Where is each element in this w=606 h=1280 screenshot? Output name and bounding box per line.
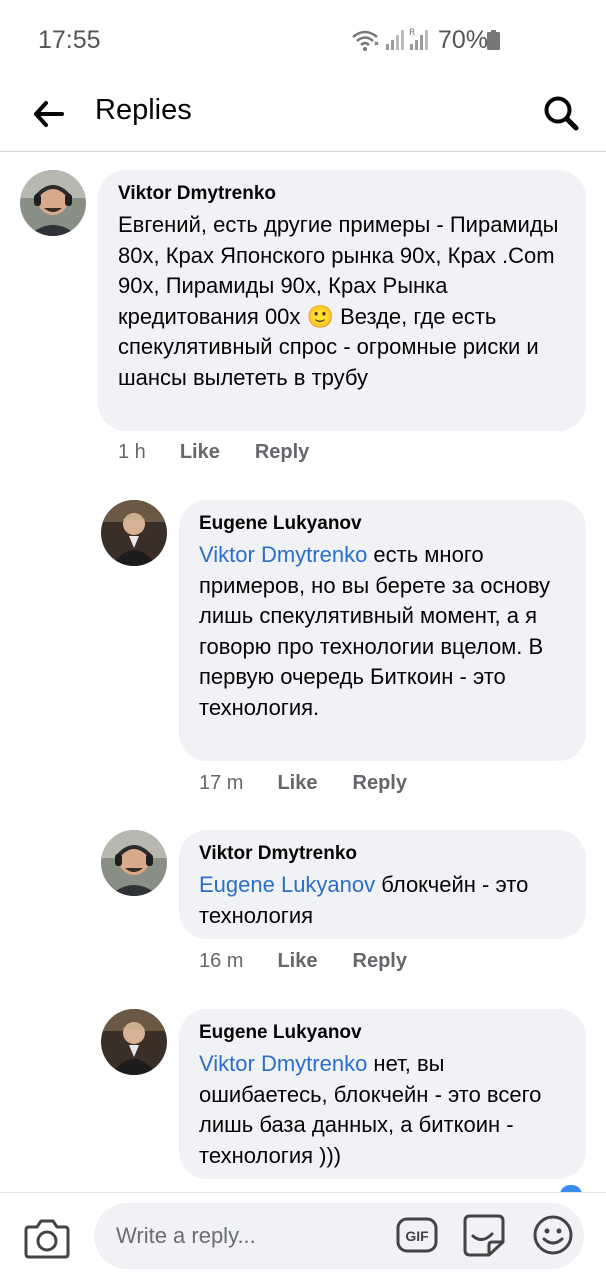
emoji-button[interactable] — [532, 1214, 574, 1256]
comment-actions: 16 m Like Reply — [199, 950, 407, 973]
comment-time[interactable]: 17 m — [199, 772, 243, 795]
signal-icon — [386, 30, 404, 50]
avatar-photo-viktor — [101, 830, 167, 896]
avatar[interactable] — [101, 500, 167, 566]
mention-link[interactable]: Viktor Dmytrenko — [199, 542, 367, 567]
mention-link[interactable]: Viktor Dmytrenko — [199, 1051, 367, 1076]
emoji-icon — [533, 1215, 573, 1255]
comment-author[interactable]: Viktor Dmytrenko — [118, 182, 566, 206]
reply-input-placeholder: Write a reply... — [116, 1223, 256, 1248]
comment-author[interactable]: Eugene Lukyanov — [199, 1021, 566, 1045]
reply-button[interactable]: Reply — [255, 441, 309, 464]
back-button[interactable] — [26, 92, 70, 136]
search-icon — [544, 96, 579, 131]
comment-actions: 17 m Like Reply — [199, 772, 407, 795]
gif-button[interactable]: GIF — [396, 1214, 438, 1256]
reply-button[interactable]: Reply — [353, 950, 407, 973]
comment-bubble[interactable]: Eugene Lukyanov Viktor Dmytrenko есть мн… — [179, 500, 586, 761]
reply-input[interactable]: Write a reply... GIF — [94, 1203, 584, 1269]
smile-emoji-icon: 🙂 — [306, 303, 334, 329]
comment-body: есть много примеров, но вы берете за осн… — [199, 542, 551, 720]
reply-composer: Write a reply... GIF — [0, 1192, 606, 1280]
wifi-icon — [352, 30, 379, 51]
signal-r-icon: R — [409, 28, 428, 50]
avatar-photo-eugene — [101, 500, 167, 566]
comment-actions: 1 h Like Reply — [118, 441, 309, 464]
comment-time[interactable]: 16 m — [199, 950, 243, 973]
comment-bubble[interactable]: Viktor Dmytrenko Евгений, есть другие пр… — [98, 170, 586, 431]
arrow-left-icon — [34, 101, 64, 127]
avatar[interactable] — [101, 830, 167, 896]
status-bar: 17:55 R 70% — [0, 0, 606, 80]
gif-icon: GIF — [396, 1217, 438, 1253]
comment-text: Viktor Dmytrenko нет, вы ошибаетесь, бло… — [199, 1049, 566, 1171]
battery-icon — [487, 30, 500, 50]
avatar[interactable] — [20, 170, 86, 236]
camera-button[interactable] — [24, 1217, 70, 1259]
comment-bubble[interactable]: Viktor Dmytrenko Eugene Lukyanov блокчей… — [179, 830, 586, 939]
status-time: 17:55 — [38, 26, 101, 54]
like-button[interactable]: Like — [277, 772, 317, 795]
comment-text: Viktor Dmytrenko есть много примеров, но… — [199, 540, 566, 723]
avatar-photo-eugene — [101, 1009, 167, 1075]
like-button[interactable]: Like — [180, 441, 220, 464]
svg-text:R: R — [409, 28, 415, 38]
sticker-icon — [463, 1214, 505, 1257]
camera-icon — [24, 1219, 70, 1259]
svg-text:GIF: GIF — [405, 1228, 429, 1244]
header: Replies — [0, 80, 606, 152]
comment-bubble[interactable]: Eugene Lukyanov Viktor Dmytrenko нет, вы… — [179, 1009, 586, 1179]
sticker-button[interactable] — [462, 1212, 506, 1258]
comment-text: Евгений, есть другие примеры - Пирамиды … — [118, 210, 566, 393]
battery-percent: 70% — [438, 26, 489, 54]
comment-author[interactable]: Eugene Lukyanov — [199, 512, 566, 536]
comment-author[interactable]: Viktor Dmytrenko — [199, 842, 566, 866]
avatar-photo-viktor — [20, 170, 86, 236]
page-title: Replies — [95, 94, 192, 126]
comment-time[interactable]: 1 h — [118, 441, 146, 464]
comment-text: Eugene Lukyanov блокчейн - это технологи… — [199, 870, 566, 931]
like-button[interactable]: Like — [277, 950, 317, 973]
reply-button[interactable]: Reply — [353, 772, 407, 795]
avatar[interactable] — [101, 1009, 167, 1075]
search-button[interactable] — [538, 90, 584, 136]
mention-link[interactable]: Eugene Lukyanov — [199, 872, 375, 897]
